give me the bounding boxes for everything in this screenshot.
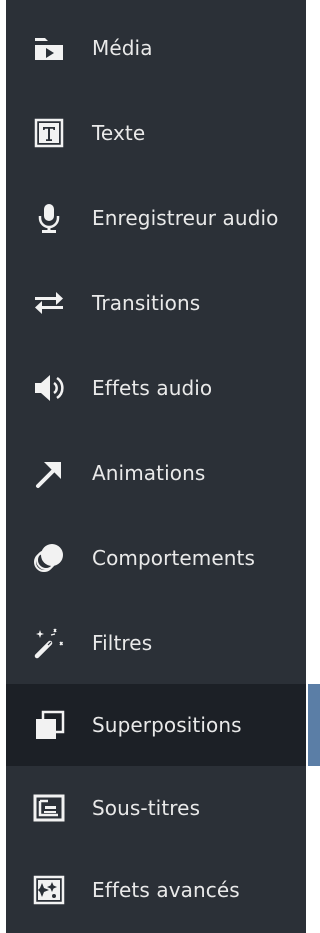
sidebar-item-animations[interactable]: Animations [6, 433, 306, 513]
sidebar-item-label: Effets avancés [92, 878, 240, 902]
sidebar-item-label: Enregistreur audio [92, 206, 279, 230]
active-item-indicator [308, 684, 320, 766]
sidebar-item-label: Effets audio [92, 376, 213, 400]
speaker-icon [6, 348, 92, 428]
media-folder-icon [6, 8, 92, 88]
sidebar-item-audio-recorder[interactable]: Enregistreur audio [6, 178, 306, 258]
sidebar-item-overlays[interactable]: Superpositions [6, 684, 306, 766]
sidebar-item-subtitles[interactable]: Sous-titres [6, 768, 306, 848]
sidebar-item-label: Transitions [92, 291, 201, 315]
sidebar-item-filters[interactable]: Filtres [6, 603, 306, 683]
subtitles-icon [6, 768, 92, 848]
microphone-icon [6, 178, 92, 258]
sidebar: Média Texte Enregistreur audio Transitio… [0, 0, 320, 933]
transition-arrows-icon [6, 263, 92, 343]
overlay-squares-icon [6, 685, 92, 765]
sidebar-item-media[interactable]: Média [6, 8, 306, 88]
magic-wand-icon [6, 603, 92, 683]
sidebar-item-label: Comportements [92, 546, 256, 570]
text-box-icon [6, 93, 92, 173]
arrow-icon [6, 433, 92, 513]
sidebar-item-behaviors[interactable]: Comportements [6, 518, 306, 598]
sidebar-item-audio-effects[interactable]: Effets audio [6, 348, 306, 428]
sidebar-item-label: Filtres [92, 631, 153, 655]
sidebar-item-label: Média [92, 36, 153, 60]
behavior-circles-icon [6, 518, 92, 598]
sidebar-item-label: Sous-titres [92, 796, 201, 820]
sidebar-item-advanced-effects[interactable]: Effets avancés [6, 850, 306, 930]
sidebar-item-transitions[interactable]: Transitions [6, 263, 306, 343]
sidebar-item-text[interactable]: Texte [6, 93, 306, 173]
advanced-effects-icon [6, 850, 92, 930]
sidebar-item-label: Superpositions [92, 713, 242, 737]
sidebar-item-label: Texte [92, 121, 146, 145]
sidebar-item-label: Animations [92, 461, 206, 485]
